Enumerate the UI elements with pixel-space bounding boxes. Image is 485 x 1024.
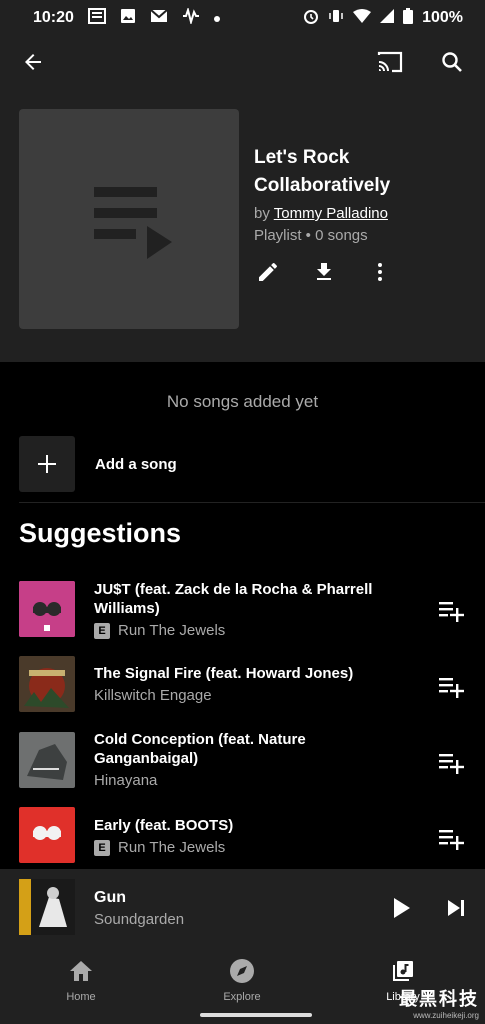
search-button[interactable] <box>438 48 466 76</box>
search-icon <box>442 52 462 72</box>
explicit-badge: E <box>94 623 110 639</box>
explicit-badge: E <box>94 840 110 856</box>
more-vert-icon <box>378 263 382 281</box>
suggestions-heading: Suggestions <box>19 518 182 548</box>
add-song-label: Add a song <box>95 455 177 473</box>
now-playing-title: Gun <box>94 889 126 906</box>
play-icon <box>394 898 410 918</box>
mini-player[interactable]: Gun Soundgarden <box>0 869 485 945</box>
playlist-add-icon <box>439 678 464 698</box>
dot-icon <box>213 9 220 27</box>
home-icon <box>70 961 92 981</box>
arrow-back-icon <box>25 54 41 70</box>
suggestion-title: Early (feat. BOOTS) <box>94 817 234 834</box>
album-art-rtj3 <box>19 581 75 637</box>
back-button[interactable] <box>19 48 47 76</box>
add-to-playlist-button[interactable] <box>439 598 465 624</box>
download-icon <box>317 263 331 280</box>
suggestion-artist: Run The Jewels <box>118 839 226 856</box>
vibrate-icon <box>328 8 344 29</box>
nav-home-label: Home <box>66 991 96 1003</box>
nav-explore[interactable]: Explore <box>182 957 302 1003</box>
battery-percent: 100% <box>422 9 463 26</box>
download-button[interactable] <box>310 258 338 286</box>
bottom-navigation: Home Explore Library 最黑科技 www.zuiheikeji… <box>0 945 485 1024</box>
playlist-placeholder-icon <box>94 187 172 259</box>
watermark-text: 最黑科技 <box>399 989 479 1009</box>
skip-next-button[interactable] <box>442 894 470 922</box>
alarm-icon <box>303 8 319 29</box>
playlist-title: Let's Rock Collaboratively <box>254 147 391 196</box>
playlist-header: Let's Rock Collaboratively by Tommy Pall… <box>0 88 485 362</box>
suggestion-artist: Killswitch Engage <box>94 687 212 704</box>
image-notification-icon <box>120 8 136 29</box>
playlist-add-icon <box>439 602 464 622</box>
nav-home[interactable]: Home <box>21 957 141 1003</box>
pencil-icon <box>259 262 277 281</box>
skip-next-icon <box>448 900 464 916</box>
gesture-handle[interactable] <box>200 1013 312 1017</box>
status-bar: 10:20 100% <box>0 0 485 36</box>
album-art-hinayana <box>19 732 75 788</box>
suggestion-item[interactable]: Early (feat. BOOTS) E Run The Jewels <box>0 806 485 868</box>
signal-icon <box>380 8 395 28</box>
add-to-playlist-button[interactable] <box>439 826 465 852</box>
playlist-add-icon <box>439 754 464 774</box>
section-divider <box>19 502 485 503</box>
empty-playlist-message: No songs added yet <box>166 392 319 411</box>
suggestion-artist: Run The Jewels <box>118 622 226 639</box>
library-icon <box>393 961 413 981</box>
add-song-tile[interactable] <box>19 436 75 492</box>
more-options-button[interactable] <box>366 258 394 286</box>
suggestion-item[interactable]: Cold Conception (feat. Nature Ganganbaig… <box>0 730 485 792</box>
playlist-owner-link[interactable]: Tommy Palladino <box>274 205 388 222</box>
album-art-killswitch <box>19 656 75 712</box>
add-to-playlist-button[interactable] <box>439 750 465 776</box>
suggestion-title: Cold Conception (feat. Nature Ganganbaig… <box>94 731 306 767</box>
suggestion-title: The Signal Fire (feat. Howard Jones) <box>94 665 354 682</box>
edit-button[interactable] <box>254 258 282 286</box>
notification-app-icon <box>87 7 106 29</box>
status-time: 10:20 <box>33 9 74 26</box>
playlist-author: by Tommy Palladino <box>254 203 474 225</box>
mail-icon <box>150 8 168 28</box>
album-art-rtj2 <box>19 807 75 863</box>
cast-button[interactable] <box>376 48 404 76</box>
now-playing-artist: Soundgarden <box>94 911 185 928</box>
app-bar <box>0 36 485 88</box>
suggestion-artist: Hinayana <box>94 772 158 789</box>
now-playing-album-art <box>19 879 75 935</box>
plus-icon <box>38 455 56 473</box>
nav-explore-label: Explore <box>223 991 261 1003</box>
wifi-icon <box>353 8 372 28</box>
add-to-playlist-button[interactable] <box>439 674 465 700</box>
explore-icon <box>230 959 254 983</box>
add-song-row[interactable]: Add a song <box>19 436 466 492</box>
suggestion-item[interactable]: JU$T (feat. Zack de la Rocha & Pharrell … <box>0 578 485 640</box>
cast-icon <box>377 51 403 73</box>
playlist-meta: Playlist • 0 songs <box>254 227 368 244</box>
by-prefix: by <box>254 205 270 222</box>
watermark: 最黑科技 www.zuiheikeji.org <box>399 985 479 1020</box>
audio-wave-icon <box>182 5 200 29</box>
battery-icon <box>403 7 414 29</box>
suggestion-title: JU$T (feat. Zack de la Rocha & Pharrell … <box>94 581 373 617</box>
watermark-url: www.zuiheikeji.org <box>413 1011 479 1020</box>
play-button[interactable] <box>387 894 415 922</box>
playlist-add-icon <box>439 830 464 850</box>
suggestion-item[interactable]: The Signal Fire (feat. Howard Jones) Kil… <box>0 654 485 716</box>
playlist-cover-art <box>19 109 239 329</box>
